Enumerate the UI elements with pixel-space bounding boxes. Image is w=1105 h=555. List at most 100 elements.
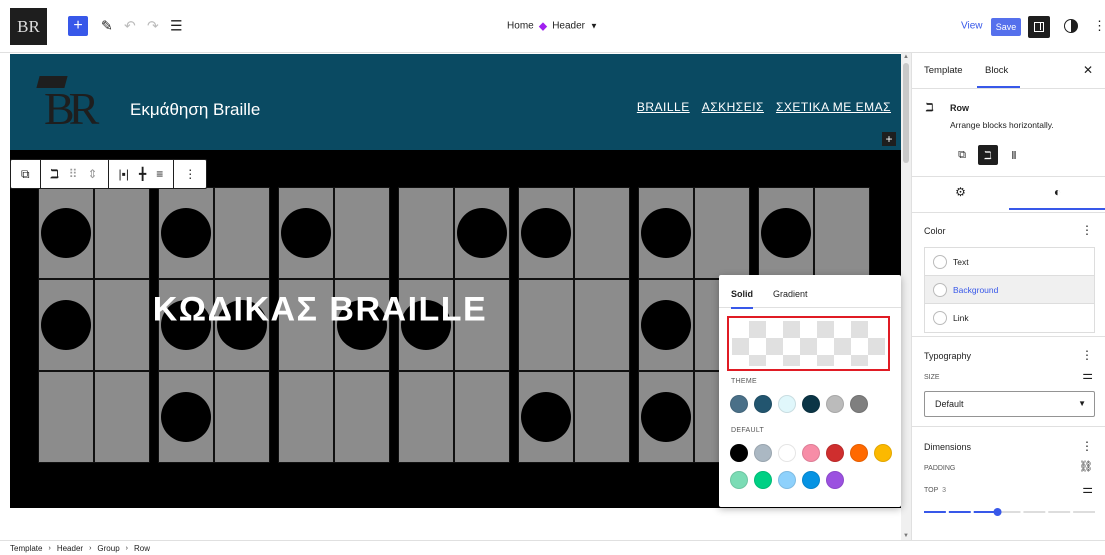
color-item-background[interactable]: Background — [925, 276, 1094, 304]
theme-color-swatch[interactable] — [826, 395, 844, 413]
more-vertical-icon[interactable]: ⋮ — [184, 167, 196, 181]
theme-color-swatch[interactable] — [778, 395, 796, 413]
color-type-tabs: Solid Gradient — [719, 275, 901, 309]
stretch-width-icon[interactable]: ≡ — [156, 167, 163, 181]
braille-cell — [694, 187, 750, 279]
settings-panel-toggle[interactable] — [1028, 16, 1050, 38]
more-vertical-icon[interactable]: ⋮ — [1081, 223, 1093, 237]
tools-button[interactable]: ✎ — [101, 18, 113, 35]
current-color-preview[interactable] — [727, 316, 890, 371]
logo-mark: BR — [44, 83, 99, 134]
padding-top-slider[interactable] — [924, 507, 1095, 517]
theme-color-swatch[interactable] — [850, 395, 868, 413]
default-color-swatch[interactable] — [826, 444, 844, 462]
breadcrumb-item[interactable]: Header — [57, 544, 83, 553]
font-size-select[interactable]: Default ▼ — [924, 391, 1095, 417]
site-icon[interactable]: BR — [10, 8, 47, 45]
default-color-swatch[interactable] — [874, 444, 892, 462]
styles-button[interactable] — [1064, 19, 1078, 33]
slider-thumb[interactable] — [993, 508, 1002, 516]
tab-gradient[interactable]: Gradient — [773, 289, 808, 308]
more-vertical-icon[interactable]: ⋮ — [1081, 439, 1093, 453]
doc-title-page[interactable]: Home — [507, 21, 534, 32]
braille-dot — [641, 208, 691, 258]
default-color-swatch[interactable] — [802, 444, 820, 462]
nav-item-exercises[interactable]: ΑΣΚΗΣΕΙΣ — [702, 100, 764, 114]
block-inserter-button[interactable]: + — [882, 132, 896, 146]
theme-color-swatch[interactable] — [730, 395, 748, 413]
canvas-scrollbar[interactable]: ▲ ▼ — [901, 53, 911, 540]
site-title[interactable]: Εκμάθηση Braille — [130, 100, 260, 120]
color-item-text[interactable]: Text — [925, 248, 1094, 276]
braille-cell — [214, 187, 270, 279]
default-color-swatch[interactable] — [826, 471, 844, 489]
close-icon[interactable]: ✕ — [1083, 63, 1093, 77]
redo-button[interactable]: ↷ — [147, 18, 159, 35]
scrollbar-thumb[interactable] — [903, 63, 909, 163]
theme-color-swatch[interactable] — [754, 395, 772, 413]
styles-tab-contrast-icon[interactable]: ◐ — [1009, 185, 1105, 210]
default-color-swatch[interactable] — [730, 471, 748, 489]
theme-palette-label: THEME — [731, 378, 757, 385]
undo-button[interactable]: ↶ — [124, 18, 136, 35]
chevron-down-icon[interactable]: ▼ — [590, 22, 598, 31]
toolbar-parent-group: ⧉ — [11, 160, 41, 188]
breadcrumb-item[interactable]: Group — [97, 544, 119, 553]
toolbar-layout-group: |▪| ╋ ≡ — [109, 160, 175, 188]
doc-title-template[interactable]: Header — [552, 21, 585, 32]
padding-top-label: TOP 3 — [924, 487, 947, 494]
color-item-link[interactable]: Link — [925, 304, 1094, 332]
view-button[interactable]: View — [961, 21, 983, 32]
redo-icon: ↷ — [147, 17, 159, 34]
typography-panel-title: Typography — [924, 351, 972, 361]
row-block-icon[interactable]: ℶ — [51, 167, 59, 181]
block-toolbar: ⧉ ℶ ⠿ ⇕ |▪| ╋ ≡ ⋮ — [10, 159, 208, 189]
group-variation-icon[interactable]: ⧉ — [952, 145, 972, 165]
cover-title[interactable]: ΚΩΔΙΚΑΣ BRAILLE — [10, 291, 630, 330]
site-logo[interactable]: BR — [36, 76, 99, 136]
theme-color-swatch[interactable] — [802, 395, 820, 413]
tab-block[interactable]: Block — [976, 65, 1021, 88]
slider-mark — [948, 511, 971, 513]
default-color-swatch[interactable] — [778, 471, 796, 489]
block-card: ℶ Row Arrange blocks horizontally. ⧉ ℶ Ⅱ — [912, 89, 1105, 177]
nav-item-braille[interactable]: BRAILLE — [637, 100, 690, 114]
braille-cell — [214, 371, 270, 463]
more-vertical-icon[interactable]: ⋮ — [1081, 348, 1093, 362]
select-parent-icon[interactable]: ⧉ — [21, 167, 30, 182]
braille-dot — [641, 300, 691, 350]
braille-cell — [94, 187, 150, 279]
nav-item-about[interactable]: ΣΧΕΤΙΚΑ ΜΕ ΕΜΑΣ — [776, 100, 891, 114]
braille-cell — [814, 187, 870, 279]
settings-tab-gear-icon[interactable]: ⚙ — [912, 185, 1009, 199]
default-color-swatch[interactable] — [730, 444, 748, 462]
slider-mark — [998, 511, 1021, 513]
slider-mark — [1023, 511, 1046, 513]
justify-center-icon[interactable]: |▪| — [119, 167, 130, 181]
move-up-down-icon[interactable]: ⇕ — [87, 167, 97, 181]
default-color-swatch[interactable] — [778, 444, 796, 462]
tab-template[interactable]: Template — [924, 65, 963, 76]
scroll-up-icon[interactable]: ▲ — [903, 54, 909, 60]
stack-variation-icon[interactable]: Ⅱ — [1004, 145, 1024, 165]
custom-padding-sliders-icon[interactable]: ⚌ — [1082, 482, 1093, 496]
add-block-button[interactable]: + — [68, 16, 88, 36]
default-color-swatch[interactable] — [754, 471, 772, 489]
row-variation-icon[interactable]: ℶ — [978, 145, 998, 165]
drag-handle-icon[interactable]: ⠿ — [69, 167, 78, 181]
save-button[interactable]: Save — [991, 18, 1021, 36]
options-menu-button[interactable]: ⋮ — [1093, 18, 1105, 34]
default-color-swatch[interactable] — [850, 444, 868, 462]
list-view-button[interactable]: ☰ — [170, 18, 183, 35]
tab-solid[interactable]: Solid — [731, 289, 753, 309]
scroll-down-icon[interactable]: ▼ — [903, 533, 909, 539]
custom-size-sliders-icon[interactable]: ⚌ — [1082, 368, 1093, 382]
vertical-align-center-icon[interactable]: ╋ — [139, 167, 146, 181]
breadcrumb-item[interactable]: Template — [10, 544, 42, 553]
color-picker-popover: Solid Gradient THEME DEFAULT — [719, 275, 901, 507]
default-color-swatch[interactable] — [802, 471, 820, 489]
header-block[interactable]: BR Εκμάθηση Braille BRAILLE ΑΣΚΗΣΕΙΣ ΣΧΕ… — [10, 54, 901, 150]
unlink-sides-icon[interactable]: ⛓ — [1079, 460, 1093, 473]
undo-icon: ↶ — [124, 17, 136, 34]
default-color-swatch[interactable] — [754, 444, 772, 462]
